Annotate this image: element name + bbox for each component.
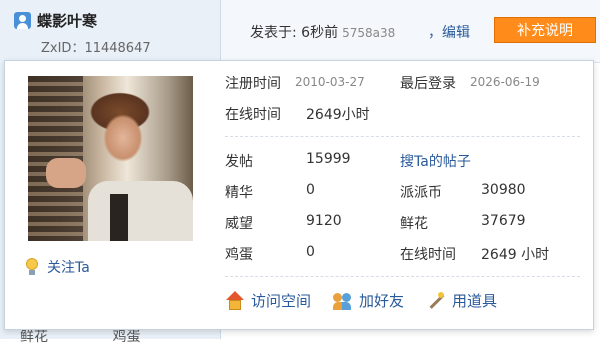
digest-label: 精华 (225, 185, 253, 201)
post-author[interactable]: 蝶影叶寒 (14, 10, 97, 31)
online-value: 2649小时 (306, 107, 370, 123)
follow-link[interactable]: 关注Ta (25, 257, 90, 277)
eggs-value: 0 (306, 244, 315, 260)
prestige-value: 9120 (306, 213, 342, 229)
digest-value: 0 (306, 182, 315, 198)
follow-label: 关注Ta (47, 260, 90, 276)
home-icon (225, 290, 245, 311)
add-friend-label: 加好友 (359, 292, 405, 310)
user-icon (14, 12, 31, 29)
profile-actions: 访问空间 加好友 用道具 (225, 290, 519, 311)
avatar-hand (46, 158, 86, 188)
last-login-value: 2026-06-19 (470, 75, 540, 89)
add-friend-button[interactable]: 加好友 (333, 290, 404, 311)
posts-label: 发帖 (225, 154, 253, 170)
paipai-label: 派派币 (400, 185, 442, 201)
author-name[interactable]: 蝶影叶寒 (37, 10, 97, 31)
divider-bottom (225, 276, 580, 277)
avatar-vest (110, 194, 128, 241)
zxid-label: ZxID： (41, 41, 85, 56)
use-item-label: 用道具 (452, 292, 498, 310)
online2-label: 在线时间 (400, 247, 456, 263)
avatar-shirt (88, 181, 193, 241)
flowers-label: 鲜花 (400, 216, 428, 232)
edit-link[interactable]: ，编辑 (428, 22, 470, 42)
divider-top (225, 136, 580, 137)
post-hash: 5758a38 (342, 26, 396, 40)
flowers-value: 37679 (481, 213, 526, 229)
zxid-value: 11448647 (84, 41, 151, 56)
friends-icon (333, 291, 353, 311)
online-label: 在线时间 (225, 107, 281, 123)
avatar[interactable] (28, 76, 193, 241)
supplement-button[interactable]: 补充说明 (494, 17, 596, 43)
posts-value: 15999 (306, 151, 351, 167)
author-zxid: ZxID：11448647 (41, 37, 151, 56)
visit-space-label: 访问空间 (251, 292, 312, 310)
user-profile-card: 关注Ta 注册时间 2010-03-27 最后登录 2026-06-19 在线时… (4, 60, 594, 330)
post-time: 发表于: 6秒前 5758a38 (250, 22, 395, 42)
bulb-icon (25, 258, 39, 276)
search-posts-link[interactable]: 搜Ta的帖子 (400, 151, 471, 171)
wand-icon (426, 291, 446, 311)
paipai-value: 30980 (481, 182, 526, 198)
bottom-eggs[interactable]: 鸡蛋 (112, 329, 140, 345)
visit-space-button[interactable]: 访问空间 (225, 290, 311, 311)
posted-text: 发表于: 6秒前 (250, 25, 339, 41)
register-label: 注册时间 (225, 76, 281, 92)
prestige-label: 威望 (225, 216, 253, 232)
register-value: 2010-03-27 (295, 75, 365, 89)
last-login-label: 最后登录 (400, 76, 456, 92)
use-item-button[interactable]: 用道具 (426, 290, 497, 311)
online2-value: 2649 小时 (481, 247, 550, 263)
bottom-flowers[interactable]: 鲜花 (20, 329, 48, 345)
eggs-label: 鸡蛋 (225, 247, 253, 263)
